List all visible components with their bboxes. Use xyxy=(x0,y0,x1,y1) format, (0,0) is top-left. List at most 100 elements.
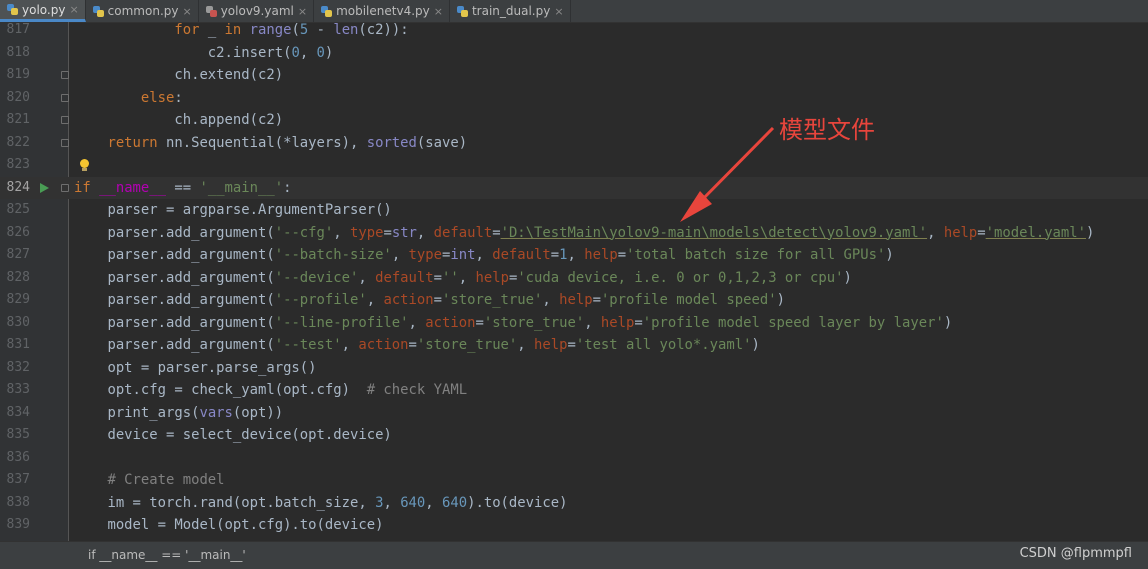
code-token: '' xyxy=(442,269,459,286)
close-tab-icon[interactable]: × xyxy=(434,5,443,18)
code-text[interactable]: opt.cfg = check_yaml(opt.cfg) # check YA… xyxy=(74,379,467,402)
code-token: type xyxy=(350,224,384,241)
code-token: = xyxy=(977,224,986,241)
tab-mobilenetv4-py[interactable]: mobilenetv4.py × xyxy=(314,0,450,22)
line-number: 820 xyxy=(6,89,30,105)
code-line: 827 parser.add_argument('--batch-size', … xyxy=(0,244,1148,267)
fold-marker-icon[interactable] xyxy=(61,93,69,102)
code-token: , xyxy=(425,494,443,511)
code-token: 'total batch size for all GPUs' xyxy=(626,247,886,263)
line-number: 829 xyxy=(6,292,30,307)
code-line: 825 parser = argparse.ArgumentParser() xyxy=(0,199,1148,222)
code-text[interactable]: print_args(vars(opt)) xyxy=(74,402,283,425)
code-text[interactable]: parser.add_argument('--profile', action=… xyxy=(74,289,785,312)
code-token: 640 xyxy=(442,494,468,511)
code-text[interactable]: return nn.Sequential(*layers), sorted(sa… xyxy=(74,132,467,155)
code-text[interactable]: opt = parser.parse_args() xyxy=(74,357,317,380)
code-token: action xyxy=(358,337,409,353)
code-text[interactable]: model = Model(opt.cfg).to(device) xyxy=(74,514,383,537)
line-number: 822 xyxy=(6,134,30,150)
code-token: help xyxy=(943,224,978,241)
breadcrumb[interactable]: if __name__ == '__main__' xyxy=(88,548,246,562)
fold-marker-icon[interactable] xyxy=(61,116,69,124)
code-text[interactable]: ch.extend(c2) xyxy=(74,64,283,87)
code-token: c2.insert( xyxy=(74,44,292,61)
code-text[interactable]: parser = argparse.ArgumentParser() xyxy=(74,199,391,222)
code-text[interactable]: if __name__ == '__main__': xyxy=(74,177,291,200)
code-editor[interactable]: 817 for _ in range(5 - len(c2)): 818 c2.i… xyxy=(0,22,1148,541)
code-token: : xyxy=(283,179,292,196)
code-text[interactable]: device = select_device(opt.device) xyxy=(74,424,391,447)
yaml-file-icon xyxy=(205,5,218,18)
code-text[interactable]: ch.append(c2) xyxy=(74,109,283,132)
fold-marker-icon[interactable] xyxy=(61,71,69,79)
code-token: opt = parser.parse_args() xyxy=(74,359,317,376)
run-icon[interactable] xyxy=(40,182,49,193)
code-token: action xyxy=(425,314,476,331)
line-number: 832 xyxy=(6,359,30,375)
code-text[interactable]: else: xyxy=(74,87,183,110)
tab-label: train_dual.py xyxy=(471,4,551,18)
tab-yolo-py[interactable]: yolo.py × xyxy=(0,0,86,22)
code-token: 'profile model speed' xyxy=(600,292,777,308)
code-text[interactable]: c2.insert(0, 0) xyxy=(74,42,334,65)
code-token: 'cuda device, i.e. 0 or 0,1,2,3 or cpu' xyxy=(517,269,844,286)
code-token: (c2)): xyxy=(358,22,409,38)
code-token: default xyxy=(433,224,493,241)
line-number: 818 xyxy=(6,44,30,60)
close-tab-icon[interactable]: × xyxy=(298,5,307,18)
code-text[interactable]: parser.add_argument('--cfg', type=str, d… xyxy=(74,222,1094,245)
line-number: 831 xyxy=(6,337,30,352)
close-tab-icon[interactable]: × xyxy=(554,5,563,18)
code-token: help xyxy=(559,292,593,308)
tab-train_dual-py[interactable]: train_dual.py × xyxy=(450,0,571,22)
line-number: 833 xyxy=(6,382,30,397)
fold-marker-icon[interactable] xyxy=(61,138,69,147)
code-text[interactable]: for _ in range(5 - len(c2)): xyxy=(74,22,409,42)
code-line: 829 parser.add_argument('--profile', act… xyxy=(0,289,1148,312)
code-text[interactable]: im = torch.rand(opt.batch_size, 3, 640, … xyxy=(74,492,567,515)
code-text[interactable]: parser.add_argument('--device', default=… xyxy=(74,267,851,290)
code-token: im = torch.rand(opt.batch_size, xyxy=(74,494,376,511)
code-token: , xyxy=(542,292,560,308)
line-number: 819 xyxy=(6,67,30,82)
line-number: 817 xyxy=(6,22,30,37)
code-text[interactable]: parser.add_argument('--test', action='st… xyxy=(74,334,759,357)
code-token: vars xyxy=(199,404,233,421)
line-number: 834 xyxy=(6,404,30,420)
code-token: = xyxy=(592,292,601,308)
code-line: 833 opt.cfg = check_yaml(opt.cfg) # chec… xyxy=(0,379,1148,402)
code-line: 826 parser.add_argument('--cfg', type=st… xyxy=(0,222,1148,245)
code-token: ) xyxy=(943,314,953,331)
code-token: ).to(device) xyxy=(467,494,568,511)
code-token: ) xyxy=(324,44,334,61)
code-token: parser.add_argument( xyxy=(74,269,275,286)
code-token: 'store_true' xyxy=(442,292,543,308)
intention-bulb-icon[interactable] xyxy=(79,159,89,172)
code-token: = xyxy=(492,224,501,241)
python-file-icon xyxy=(456,5,469,18)
tab-common-py[interactable]: common.py × xyxy=(86,0,199,22)
code-token: 'model.yaml' xyxy=(985,224,1087,241)
fold-marker-icon[interactable] xyxy=(61,183,69,192)
code-token: = xyxy=(634,314,643,331)
code-token: nn.Sequential(*layers), xyxy=(157,134,367,151)
line-number: 835 xyxy=(6,427,30,442)
code-token: ) xyxy=(885,247,894,263)
code-token: parser.add_argument( xyxy=(74,224,275,241)
code-token: = xyxy=(383,224,392,241)
code-text[interactable]: parser.add_argument('--batch-size', type… xyxy=(74,244,894,267)
code-text[interactable]: parser.add_argument('--line-profile', ac… xyxy=(74,312,952,335)
code-token: , xyxy=(567,247,585,263)
code-line: 832 opt = parser.parse_args() xyxy=(0,357,1148,380)
close-tab-icon[interactable]: × xyxy=(69,3,78,16)
close-tab-icon[interactable]: × xyxy=(182,5,191,18)
python-file-icon xyxy=(6,3,19,16)
code-text[interactable]: # Create model xyxy=(74,469,224,492)
code-token: , xyxy=(383,494,401,511)
watermark: CSDN @flpmmpfl xyxy=(1019,546,1132,561)
code-token: 'store_true' xyxy=(416,337,518,353)
code-token: _ xyxy=(199,22,225,38)
tab-yolov9-yaml[interactable]: yolov9.yaml × xyxy=(199,0,315,22)
